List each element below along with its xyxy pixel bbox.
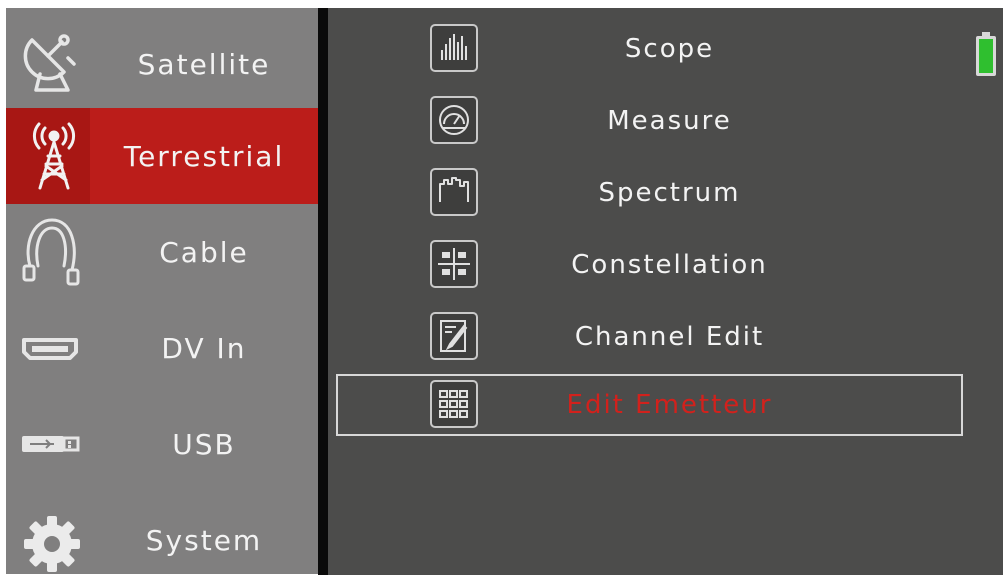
gauge-icon — [430, 96, 478, 144]
edit-note-icon — [430, 312, 478, 360]
menu-item-label: Spectrum — [598, 178, 741, 208]
menu-item-measure[interactable]: Measure — [336, 90, 963, 152]
grid-keypad-icon — [430, 380, 478, 428]
battery-icon — [975, 32, 997, 76]
sidebar-item-satellite[interactable]: Satellite — [6, 16, 318, 112]
cable-icon — [18, 216, 90, 288]
antenna-tower-icon — [6, 108, 90, 204]
sidebar-item-label: Cable — [159, 235, 249, 269]
divider — [318, 8, 328, 575]
sidebar-item-terrestrial[interactable]: Terrestrial — [6, 108, 318, 204]
menu-item-channel-edit[interactable]: Channel Edit — [336, 306, 963, 368]
sidebar-item-label: DV In — [161, 331, 247, 365]
menu-item-spectrum[interactable]: Spectrum — [336, 162, 963, 224]
sidebar-item-label: System — [145, 523, 263, 557]
scope-bars-icon — [430, 24, 478, 72]
sidebar: Satellite Terrestrial Cable DV In USB Sy… — [6, 8, 318, 574]
menu-item-edit-emetteur[interactable]: Edit Emetteur — [336, 374, 963, 436]
menu-item-constellation[interactable]: Constellation — [336, 234, 963, 296]
menu-item-label: Channel Edit — [574, 322, 765, 352]
menu-item-label: Edit Emetteur — [566, 390, 773, 420]
usb-stick-icon — [18, 408, 90, 480]
menu-item-label: Constellation — [571, 250, 768, 280]
constellation-icon — [430, 240, 478, 288]
menu-item-label: Scope — [624, 34, 715, 64]
sidebar-item-system[interactable]: System — [6, 492, 318, 574]
sidebar-item-dv-in[interactable]: DV In — [6, 300, 318, 396]
sidebar-item-cable[interactable]: Cable — [6, 204, 318, 300]
main-menu-panel: Scope Measure Spectrum Constellation Cha… — [328, 8, 1003, 575]
menu-item-scope[interactable]: Scope — [336, 18, 963, 80]
satellite-dish-icon — [18, 28, 90, 100]
sidebar-item-label: Terrestrial — [123, 139, 285, 173]
spectrum-icon — [430, 168, 478, 216]
menu-item-label: Measure — [607, 106, 732, 136]
sidebar-item-label: USB — [172, 427, 236, 461]
sidebar-item-usb[interactable]: USB — [6, 396, 318, 492]
sidebar-item-label: Satellite — [137, 47, 271, 81]
hdmi-port-icon — [18, 312, 90, 384]
gear-icon — [18, 504, 90, 574]
